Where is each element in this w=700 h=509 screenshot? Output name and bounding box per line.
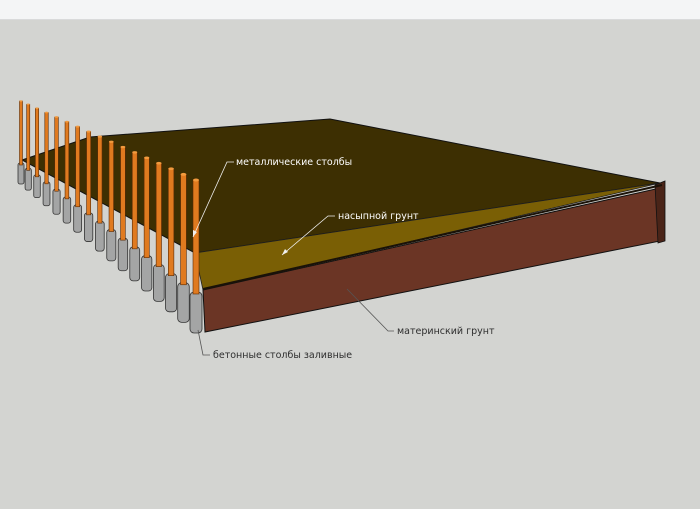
metal-post: [75, 126, 80, 208]
metal-post: [97, 136, 103, 224]
metal-post: [192, 179, 200, 295]
label-concrete-posts: бетонные столбы заливные: [213, 350, 352, 361]
metal-post-cap: [86, 130, 91, 133]
metal-post-cap: [26, 103, 30, 106]
metal-post-cap: [97, 135, 103, 138]
label-metal-posts: металлические столбы: [236, 157, 352, 168]
metal-post: [180, 174, 187, 286]
concrete-post: [117, 237, 129, 272]
concrete-post: [33, 174, 41, 199]
label-native-soil: материнский грунт: [397, 326, 495, 337]
label-fill-soil: насыпной грунт: [338, 211, 419, 222]
concrete-post: [42, 181, 51, 207]
concrete-post: [141, 255, 153, 292]
concrete-post: [129, 246, 141, 282]
metal-post-cap: [35, 107, 39, 110]
metal-post: [143, 157, 150, 258]
concrete-post: [95, 220, 105, 252]
concrete-post: [73, 204, 83, 233]
metal-post: [54, 116, 59, 192]
metal-post-cap: [65, 120, 69, 123]
metal-post: [19, 100, 23, 166]
metal-post: [155, 162, 162, 267]
metal-post: [120, 146, 126, 241]
concrete-post: [177, 282, 190, 323]
concrete-post: [52, 188, 61, 215]
metal-post-cap: [19, 100, 23, 102]
metal-post-cap: [54, 116, 59, 118]
metal-post: [64, 121, 70, 200]
concrete-post: [24, 167, 32, 191]
concrete-post: [153, 264, 165, 302]
metal-post: [26, 103, 31, 171]
metal-post: [108, 141, 114, 232]
metal-post-cap: [109, 140, 114, 143]
metal-post: [168, 168, 175, 276]
metal-post: [44, 112, 49, 185]
metal-post-cap: [132, 151, 138, 154]
metal-post-cap: [75, 125, 80, 128]
concrete-post: [106, 229, 117, 262]
metal-post-cap: [180, 172, 187, 176]
metal-post: [35, 107, 39, 178]
metal-post-cap: [44, 111, 49, 114]
concrete-post: [84, 212, 94, 242]
concrete-post: [17, 162, 25, 185]
metal-post-cap: [168, 167, 174, 171]
concrete-post: [189, 291, 203, 334]
concrete-post: [165, 273, 178, 313]
concrete-post: [62, 196, 72, 224]
metal-post: [86, 131, 92, 216]
metal-post-cap: [193, 178, 199, 182]
metal-post-cap: [144, 156, 150, 160]
metal-post: [131, 152, 138, 250]
metal-post-cap: [156, 161, 162, 165]
metal-post-cap: [120, 145, 126, 149]
foundation-diagram: металлические столбы насыпной грунт мате…: [17, 100, 666, 361]
